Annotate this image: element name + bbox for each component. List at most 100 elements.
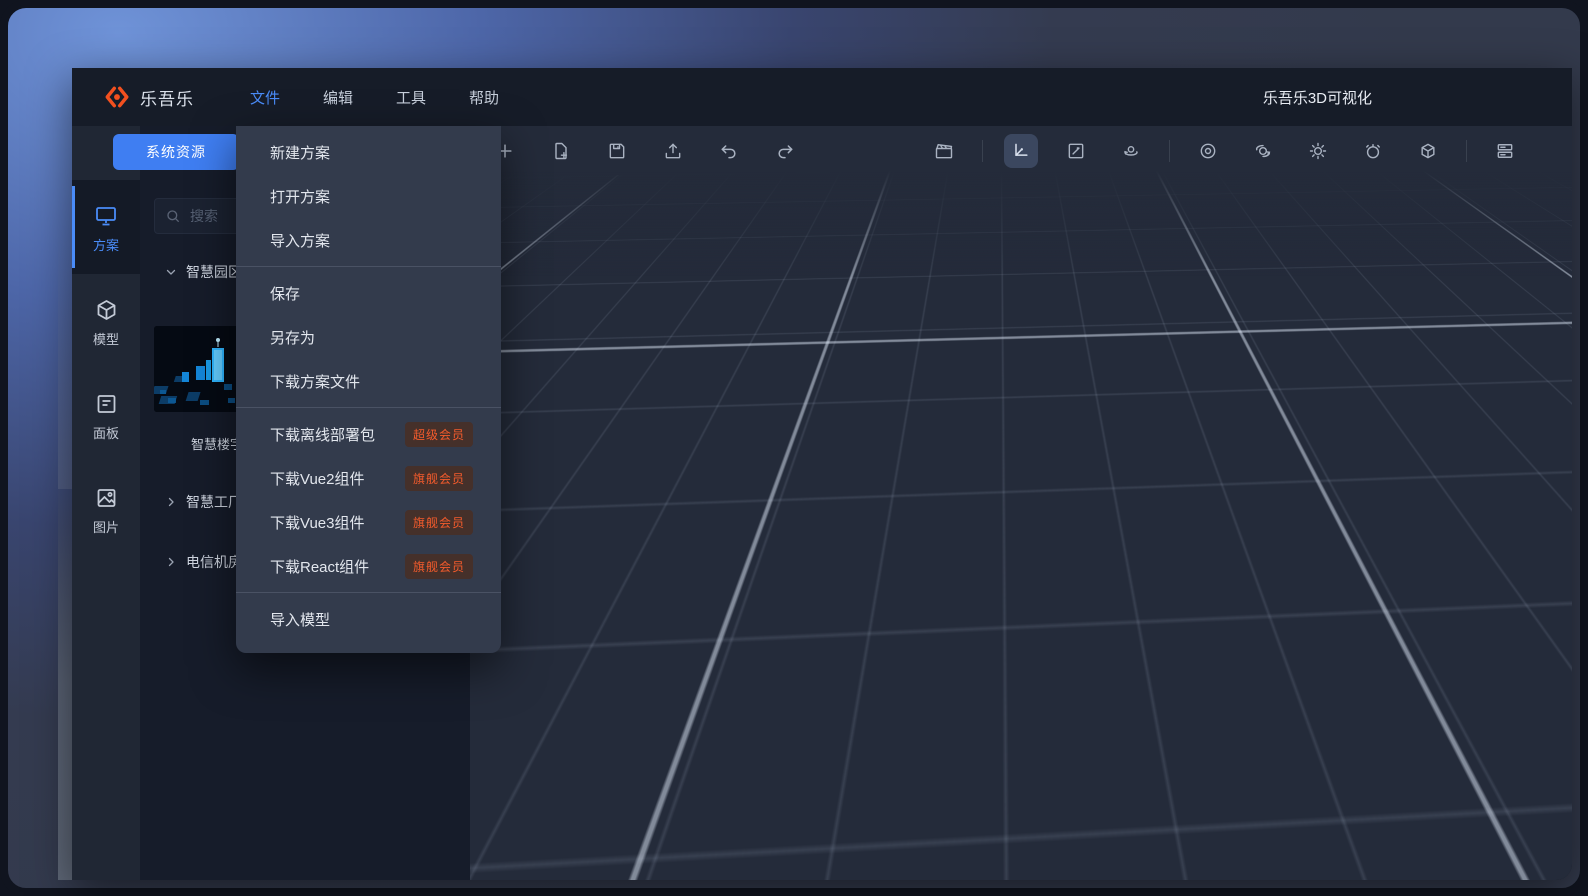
chevron-right-icon xyxy=(165,556,177,568)
system-resources-button[interactable]: 系统资源 xyxy=(113,134,239,170)
file-menu-dropdown: 新建方案 打开方案 导入方案 保存 另存为 下载方案文件 下载离线部署包 超级会… xyxy=(236,126,501,653)
upload-icon xyxy=(663,141,683,161)
sidebar-tab-image[interactable]: 图片 xyxy=(72,462,140,556)
canvas-toolbar xyxy=(470,126,1572,176)
search-icon xyxy=(165,208,181,224)
sidebar-tab-label: 图片 xyxy=(93,517,119,536)
city-preview-image xyxy=(154,326,240,412)
menu-item-file[interactable]: 文件 xyxy=(250,87,280,108)
menu-item-label: 导入方案 xyxy=(270,230,330,251)
menu-download-react[interactable]: 下载React组件 旗舰会员 xyxy=(236,544,501,588)
sidebar-tab-panel[interactable]: 面板 xyxy=(72,368,140,462)
toolbar-right-group xyxy=(927,126,1522,176)
orbit-camera-icon xyxy=(1253,141,1273,161)
tree-node-label: 智慧园区 xyxy=(186,262,242,282)
sidebar-tab-label: 模型 xyxy=(93,329,119,348)
menu-item-label: 下载方案文件 xyxy=(270,371,360,392)
menu-item-label: 下载离线部署包 xyxy=(270,424,375,445)
menu-import-model[interactable]: 导入模型 xyxy=(236,597,501,641)
menu-item-tools[interactable]: 工具 xyxy=(396,87,426,108)
timer-icon xyxy=(1363,141,1383,161)
light-button[interactable] xyxy=(1301,134,1335,168)
focus-target-button[interactable] xyxy=(1191,134,1225,168)
membership-badge: 超级会员 xyxy=(405,422,473,447)
menu-divider xyxy=(236,266,501,267)
menu-item-label: 打开方案 xyxy=(270,186,330,207)
menu-item-label: 下载Vue2组件 xyxy=(270,468,364,489)
rotate-3d-button[interactable] xyxy=(1114,134,1148,168)
new-file-button[interactable] xyxy=(544,134,578,168)
scene-thumbnail[interactable] xyxy=(154,326,240,412)
menu-item-label: 新建方案 xyxy=(270,142,330,163)
sidebar-rail: 方案 模型 面板 图片 xyxy=(72,126,140,880)
toolbar-divider xyxy=(1169,140,1170,162)
new-file-icon xyxy=(551,141,571,161)
undo-button[interactable] xyxy=(712,134,746,168)
tree-node-label: 智慧工厂 xyxy=(186,492,242,512)
sidebar-tab-model[interactable]: 模型 xyxy=(72,274,140,368)
menu-item-label: 保存 xyxy=(270,283,300,304)
desktop-background: 乐吾乐 文件 编辑 工具 帮助 乐吾乐3D可视化 方案 xyxy=(0,0,1588,896)
redo-button[interactable] xyxy=(768,134,802,168)
menu-import-project[interactable]: 导入方案 xyxy=(236,218,501,262)
target-icon xyxy=(1198,141,1218,161)
menu-items: 文件 编辑 工具 帮助 xyxy=(250,87,499,108)
menu-item-edit[interactable]: 编辑 xyxy=(323,87,353,108)
menu-item-label: 下载Vue3组件 xyxy=(270,512,364,533)
panel-icon xyxy=(94,392,119,416)
membership-badge: 旗舰会员 xyxy=(405,466,473,491)
rotate-3d-icon xyxy=(1121,141,1141,161)
monitor-icon xyxy=(93,204,119,228)
edit-button[interactable] xyxy=(1059,134,1093,168)
orbit-camera-button[interactable] xyxy=(1246,134,1280,168)
move-axes-button[interactable] xyxy=(1004,134,1038,168)
cube-3d-icon xyxy=(1418,141,1438,161)
menu-save-as[interactable]: 另存为 xyxy=(236,315,501,359)
menubar: 乐吾乐 文件 编辑 工具 帮助 乐吾乐3D可视化 xyxy=(72,68,1572,126)
menu-new-project[interactable]: 新建方案 xyxy=(236,130,501,174)
cube-icon xyxy=(94,298,119,322)
image-icon xyxy=(94,486,119,510)
logo-icon xyxy=(104,84,130,110)
undo-icon xyxy=(719,141,739,161)
brand[interactable]: 乐吾乐 xyxy=(104,84,194,110)
menu-item-help[interactable]: 帮助 xyxy=(469,87,499,108)
menu-download-offline-package[interactable]: 下载离线部署包 超级会员 xyxy=(236,412,501,456)
3d-viewport[interactable] xyxy=(470,126,1572,880)
menu-item-label: 下载React组件 xyxy=(270,556,369,577)
cube-3d-button[interactable] xyxy=(1411,134,1445,168)
sidebar-tab-label: 面板 xyxy=(93,423,119,442)
sidebar-tab-label: 方案 xyxy=(93,235,119,254)
tree-node-label: 电信机房 xyxy=(186,552,242,572)
edit-square-icon xyxy=(1066,141,1086,161)
menu-save[interactable]: 保存 xyxy=(236,271,501,315)
move-axes-icon xyxy=(1011,141,1031,161)
timer-button[interactable] xyxy=(1356,134,1390,168)
menu-download-vue2[interactable]: 下载Vue2组件 旗舰会员 xyxy=(236,456,501,500)
menu-divider xyxy=(236,592,501,593)
sun-icon xyxy=(1308,141,1328,161)
clapperboard-icon xyxy=(934,141,954,161)
membership-badge: 旗舰会员 xyxy=(405,554,473,579)
toolbar-divider xyxy=(982,140,983,162)
menu-divider xyxy=(236,407,501,408)
brand-name: 乐吾乐 xyxy=(140,85,194,110)
redo-icon xyxy=(775,141,795,161)
animation-button[interactable] xyxy=(927,134,961,168)
upload-button[interactable] xyxy=(656,134,690,168)
app-window: 乐吾乐 文件 编辑 工具 帮助 乐吾乐3D可视化 方案 xyxy=(72,68,1572,880)
save-button[interactable] xyxy=(600,134,634,168)
menu-download-project-file[interactable]: 下载方案文件 xyxy=(236,359,501,403)
membership-badge: 旗舰会员 xyxy=(405,510,473,535)
menu-open-project[interactable]: 打开方案 xyxy=(236,174,501,218)
sidebar-tab-plan[interactable]: 方案 xyxy=(72,180,140,274)
save-icon xyxy=(607,141,627,161)
toolbar-divider xyxy=(1466,140,1467,162)
chevron-down-icon xyxy=(165,266,177,278)
toolbar-left-group xyxy=(488,134,802,168)
panels-toggle-button[interactable] xyxy=(1488,134,1522,168)
layers-panel-icon xyxy=(1495,141,1515,161)
chevron-right-icon xyxy=(165,496,177,508)
menu-download-vue3[interactable]: 下载Vue3组件 旗舰会员 xyxy=(236,500,501,544)
menu-item-label: 导入模型 xyxy=(270,609,330,630)
